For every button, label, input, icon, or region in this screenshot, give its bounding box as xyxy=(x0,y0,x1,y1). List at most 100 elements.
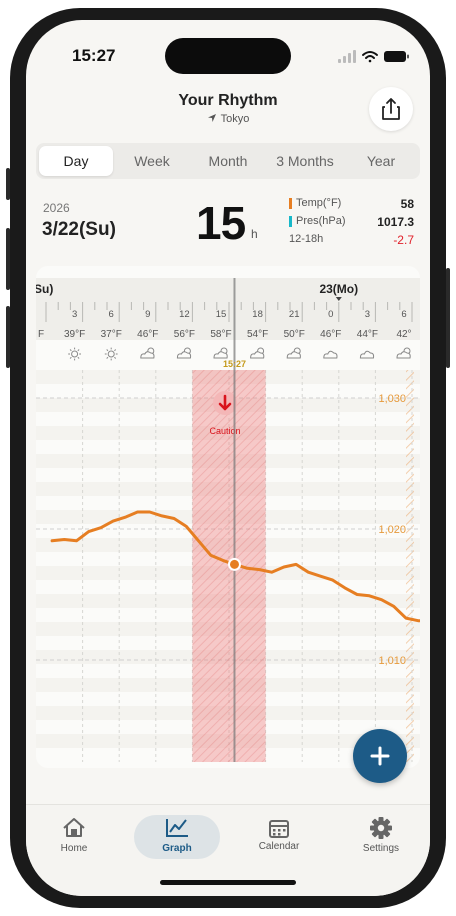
share-icon xyxy=(382,98,400,120)
y-tick-label: 1,010 xyxy=(378,655,406,667)
y-tick-label: 1,030 xyxy=(378,393,406,405)
day-label-left: Su) xyxy=(36,282,53,296)
tab-settings-label: Settings xyxy=(362,843,400,854)
cloud-shape xyxy=(140,351,155,359)
cloud-shape xyxy=(359,350,375,359)
temperature-label: 44°F xyxy=(357,329,378,340)
tab-home[interactable]: Home xyxy=(29,805,119,865)
partly-cloudy-icon xyxy=(176,347,192,359)
screen: 15:27 Your Rhythm Tokyo Day Week Month 3… xyxy=(26,20,430,896)
hour-tick-label: 18 xyxy=(252,309,263,320)
hour-tick-label: 21 xyxy=(289,309,300,320)
hour-tick-label: 3 xyxy=(365,309,370,320)
hour-tick-label: 15 xyxy=(216,309,227,320)
graph-icon xyxy=(166,819,188,837)
sun-ray xyxy=(77,356,80,359)
sun-ray xyxy=(69,349,72,352)
tab-graph-label: Graph xyxy=(162,843,192,854)
cloud-shape xyxy=(323,350,338,359)
home-icon xyxy=(63,818,85,837)
next-caution-band xyxy=(406,370,414,762)
partly-cloudy-icon xyxy=(140,347,155,359)
temperature-label: 37°F xyxy=(101,329,122,340)
temperature-label: 46°F xyxy=(137,329,158,340)
tab-3-months[interactable]: 3 Months xyxy=(267,146,343,176)
hour-tick-label: 6 xyxy=(401,309,406,320)
pressure-label: Pres(hPa) xyxy=(296,215,346,227)
partly-cloudy-icon xyxy=(213,347,228,359)
home-indicator xyxy=(160,880,296,885)
cloud-shape xyxy=(286,351,301,359)
period-tabs: Day Week Month 3 Months Year xyxy=(36,143,420,179)
cloud-shape xyxy=(176,351,192,359)
partly-cloudy-icon xyxy=(286,347,301,359)
hour-tick-label: 0 xyxy=(328,309,333,320)
dynamic-island xyxy=(165,38,291,74)
status-time: 15:27 xyxy=(72,46,116,65)
tab-day[interactable]: Day xyxy=(39,146,113,176)
info-panel: 2026 3/22(Su) 15 h Temp(°F) 58 Pres(hPa)… xyxy=(36,189,420,253)
tab-week[interactable]: Week xyxy=(115,146,189,176)
hour-tick-label: 12 xyxy=(179,309,190,320)
hour-tick-label: 3 xyxy=(72,309,77,320)
status-icons xyxy=(338,50,409,63)
tab-month[interactable]: Month xyxy=(191,146,265,176)
temperature-label: 58°F xyxy=(210,329,231,340)
sun-ray xyxy=(106,356,109,359)
tab-settings[interactable]: Settings xyxy=(336,805,426,865)
current-time-label: 15:27 xyxy=(223,359,246,369)
temp-marker xyxy=(289,198,292,209)
pressure-chart: Caution Su) 23(Mo) 3 6 9 12 15 18 21 0 3 6 F 39°F 37°F… xyxy=(36,278,420,762)
date-label: 3/22(Su) xyxy=(42,219,116,240)
current-point xyxy=(227,557,241,571)
tab-graph[interactable]: Graph xyxy=(132,805,222,865)
year-label: 2026 xyxy=(43,201,70,215)
calendar-icon xyxy=(269,820,289,838)
temp-label: Temp(°F) xyxy=(296,197,342,209)
y-tick-label: 1,020 xyxy=(378,524,406,536)
add-button[interactable] xyxy=(353,729,407,783)
temperature-label: 39°F xyxy=(64,329,85,340)
day-label-right: 23(Mo) xyxy=(319,282,358,296)
cloud-shape xyxy=(250,351,265,359)
hour-tick-label: 9 xyxy=(145,309,150,320)
hour-tick-label: 6 xyxy=(109,309,114,320)
caution-label: Caution xyxy=(209,426,240,436)
sun-ray xyxy=(106,349,109,352)
side-button-left-3 xyxy=(6,306,10,368)
sun-icon xyxy=(68,347,81,361)
temperature-label: 56°F xyxy=(174,329,195,340)
gear-icon xyxy=(370,817,392,839)
pressure-change-value: -2.7 xyxy=(393,233,414,247)
pressure-marker xyxy=(289,216,292,227)
tab-home-label: Home xyxy=(60,843,88,854)
temperature-label: 42° xyxy=(396,329,411,340)
temperature-label: 54°F xyxy=(247,329,268,340)
tab-calendar-label: Calendar xyxy=(258,841,300,852)
signal-icon xyxy=(338,50,356,63)
wifi-icon xyxy=(362,51,378,63)
tab-year[interactable]: Year xyxy=(345,146,417,176)
hour-unit: h xyxy=(251,227,258,241)
partly-cloudy-icon xyxy=(250,347,265,359)
sun-ray xyxy=(114,356,117,359)
location-arrow-icon xyxy=(207,114,216,122)
side-button-right xyxy=(446,268,450,368)
pressure-value: 1017.3 xyxy=(377,215,414,229)
cloud-shape xyxy=(213,351,228,359)
sun-ray xyxy=(114,349,117,352)
battery-icon xyxy=(384,51,409,62)
sun-ray xyxy=(69,356,72,359)
sun-icon xyxy=(104,347,118,361)
tab-calendar[interactable]: Calendar xyxy=(234,805,324,865)
pressure-chart-card[interactable]: Caution Su) 23(Mo) 3 6 9 12 15 18 21 0 3 6 F 39°F 37°F… xyxy=(36,266,420,768)
sun-ray xyxy=(77,349,80,352)
sun-core xyxy=(107,350,115,358)
cloud-icon xyxy=(359,350,375,359)
sun-core xyxy=(71,350,79,358)
share-button[interactable] xyxy=(369,87,413,131)
location-label: Tokyo xyxy=(220,113,250,125)
temp-value: 58 xyxy=(400,197,414,211)
side-button-left-2 xyxy=(6,228,10,290)
cloud-icon xyxy=(323,350,338,359)
